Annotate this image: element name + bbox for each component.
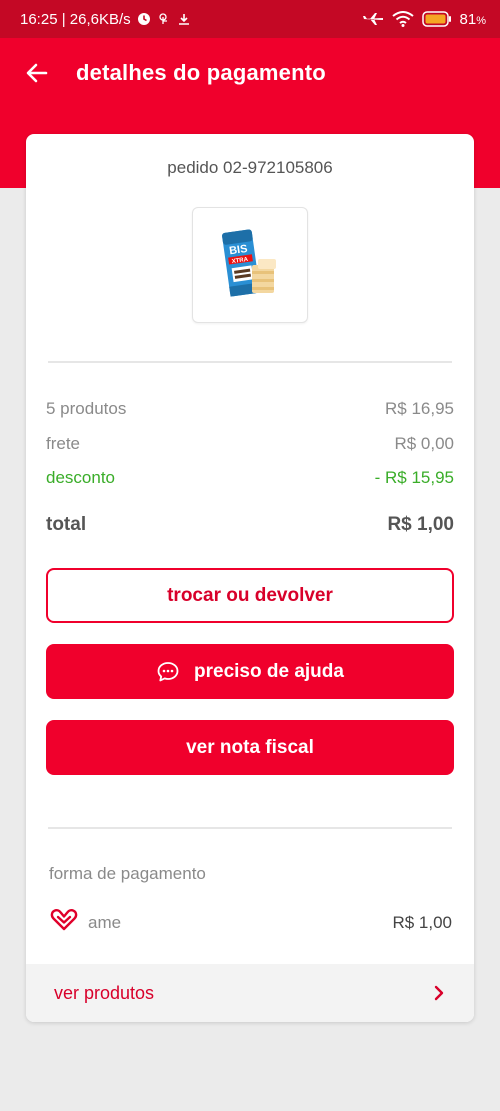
status-time-speed: 16:25 | 26,6KB/s — [20, 10, 131, 28]
help-label: preciso de ajuda — [194, 660, 344, 682]
invoice-button[interactable]: ver nota fiscal — [46, 720, 454, 775]
product-thumbnail[interactable]: BIS XTRA — [192, 207, 308, 323]
touch-icon — [157, 12, 171, 26]
clock-icon — [137, 12, 151, 26]
divider — [48, 361, 452, 363]
help-button[interactable]: preciso de ajuda — [46, 644, 454, 699]
shipping-value: R$ 0,00 — [394, 434, 454, 453]
payment-method-name: ame — [88, 912, 122, 932]
status-right: 81% — [362, 11, 486, 28]
products-value: R$ 16,95 — [385, 399, 454, 418]
airplane-icon — [362, 12, 384, 26]
total-value: R$ 1,00 — [387, 514, 454, 535]
view-products-link[interactable]: ver produtos — [26, 964, 474, 1022]
order-number: pedido 02-972105806 — [167, 158, 333, 177]
shipping-row: frete R$ 0,00 — [46, 434, 454, 454]
chevron-right-icon — [432, 985, 446, 1001]
total-row: total R$ 1,00 — [46, 514, 454, 536]
status-left: 16:25 | 26,6KB/s — [20, 11, 191, 28]
discount-row: desconto - R$ 15,95 — [46, 468, 454, 488]
product-image: BIS XTRA — [222, 229, 276, 297]
page-title: detalhes do pagamento — [76, 60, 326, 85]
payment-details-card: pedido 02-972105806 BIS XTRA 5 produtos … — [26, 134, 474, 1022]
discount-value: - R$ 15,95 — [374, 468, 454, 487]
divider — [48, 827, 452, 829]
status-bar: 16:25 | 26,6KB/s 81% — [0, 0, 500, 38]
exchange-return-button[interactable]: trocar ou devolver — [46, 568, 454, 623]
invoice-label: ver nota fiscal — [186, 736, 314, 758]
svg-text:BIS: BIS — [228, 243, 248, 257]
ame-heart-icon — [50, 908, 78, 937]
battery-icon — [421, 11, 452, 27]
discount-label: desconto — [46, 468, 115, 487]
battery-level: 81% — [459, 10, 486, 28]
view-products-label: ver produtos — [54, 982, 155, 1003]
products-label: 5 produtos — [46, 399, 127, 418]
payment-method-label: forma de pagamento — [49, 864, 206, 883]
arrow-left-icon — [25, 61, 49, 90]
chat-bubble-icon — [156, 660, 180, 684]
wifi-icon — [391, 11, 414, 27]
back-button[interactable] — [22, 60, 52, 90]
payment-method: ame — [50, 908, 121, 937]
payment-method-row: ame R$ 1,00 — [50, 908, 452, 937]
exchange-return-label: trocar ou devolver — [167, 584, 333, 606]
payment-amount: R$ 1,00 — [392, 912, 452, 932]
products-row: 5 produtos R$ 16,95 — [46, 399, 454, 419]
download-icon — [177, 12, 191, 26]
total-label: total — [46, 514, 87, 535]
shipping-label: frete — [46, 434, 81, 453]
